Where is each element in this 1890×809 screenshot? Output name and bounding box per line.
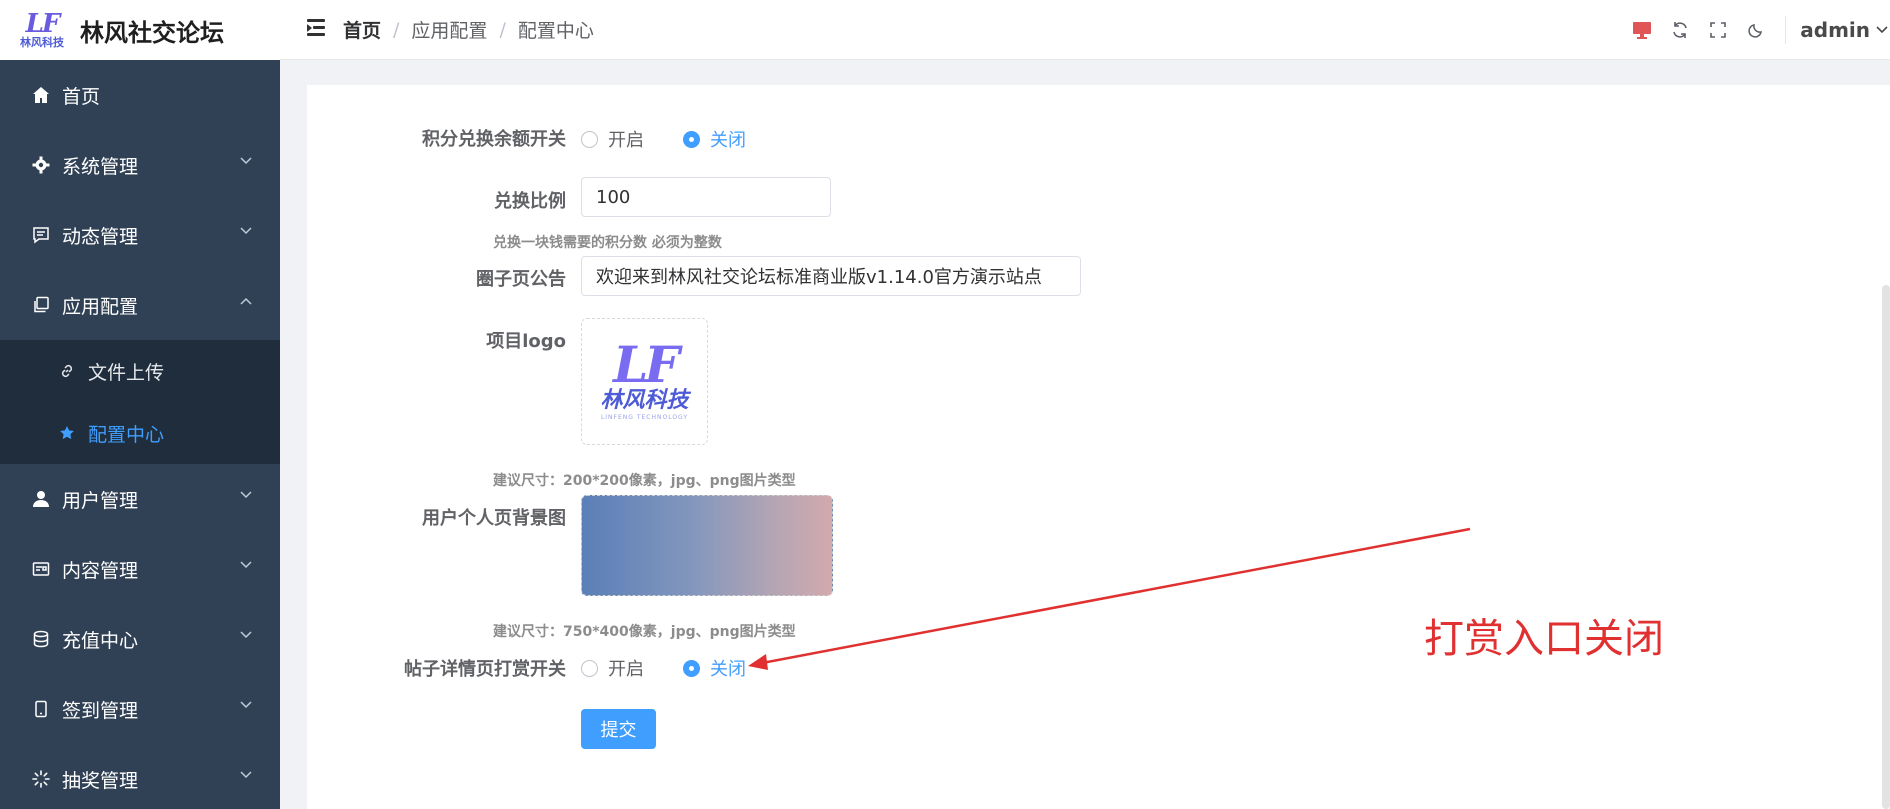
chevron-down-icon <box>240 631 252 639</box>
circle-notice-label: 圈子页公告 <box>476 269 566 290</box>
chevron-down-icon <box>240 561 252 569</box>
project-logo-uploader[interactable]: LF 林风科技 LINFENG TECHNOLOGY <box>581 318 708 445</box>
logo-mark: LF <box>613 335 680 394</box>
sidebar-item-dynamics[interactable]: 动态管理 <box>0 200 280 270</box>
scrollbar[interactable] <box>1882 285 1890 809</box>
sidebar-item-home[interactable]: 首页 <box>0 60 280 130</box>
exchange-switch-off-radio[interactable]: 关闭 <box>683 126 746 152</box>
radio-dot <box>683 130 700 148</box>
chevron-down-icon <box>240 157 252 165</box>
sidebar-item-label: 系统管理 <box>62 155 139 178</box>
brand-logo-mark: LF <box>25 8 61 39</box>
chevron-down-icon <box>240 491 252 499</box>
reward-switch-on-radio[interactable]: 开启 <box>581 655 644 681</box>
project-logo-hint: 建议尺寸：200*200像素，jpg、png图片类型 <box>493 473 796 489</box>
sidebar: 首页 系统管理 动态管理 应用配置 文件上传 配置中心 用户管理 内容管理 充值… <box>0 60 280 809</box>
brand-logo-subtext: 林风科技 <box>20 35 64 49</box>
loading-icon <box>30 768 52 790</box>
chevron-down-icon <box>240 227 252 235</box>
sidebar-item-label: 抽奖管理 <box>62 769 139 792</box>
database-icon <box>30 628 52 650</box>
radio-dot <box>683 659 700 677</box>
exchange-ratio-label: 兑换比例 <box>494 191 566 212</box>
chevron-up-icon <box>240 297 252 305</box>
sidebar-item-app-config[interactable]: 应用配置 <box>0 270 280 340</box>
sidebar-item-checkin[interactable]: 签到管理 <box>0 674 280 744</box>
breadcrumb: 首页 / 应用配置 / 配置中心 <box>343 16 594 43</box>
screen-icon[interactable] <box>1623 11 1661 49</box>
exchange-switch-label: 积分兑换余额开关 <box>422 129 566 150</box>
radio-label: 开启 <box>608 130 644 151</box>
sidebar-subitem-label: 文件上传 <box>88 361 165 384</box>
fullscreen-icon[interactable] <box>1699 11 1737 49</box>
star-icon <box>58 424 76 442</box>
annotation-text: 打赏入口关闭 <box>1424 616 1664 662</box>
exchange-switch-on-radio[interactable]: 开启 <box>581 126 644 152</box>
radio-dot <box>581 659 598 677</box>
sidebar-item-content[interactable]: 内容管理 <box>0 534 280 604</box>
chevron-down-icon <box>240 771 252 779</box>
radio-label: 关闭 <box>710 130 746 151</box>
message-icon <box>30 224 52 246</box>
top-header: LF 林风科技 林风社交论坛 首页 / 应用配置 / 配置中心 admin <box>0 0 1890 60</box>
gear-icon <box>30 154 52 176</box>
copy-icon <box>30 294 52 316</box>
breadcrumb-separator: / <box>499 18 506 41</box>
reward-switch-off-radio[interactable]: 关闭 <box>683 655 746 681</box>
sidebar-item-lottery[interactable]: 抽奖管理 <box>0 744 280 809</box>
user-name: admin <box>1800 18 1870 42</box>
home-icon <box>30 84 52 106</box>
chevron-down-icon <box>240 701 252 709</box>
user-menu[interactable]: admin <box>1785 16 1890 44</box>
sidebar-item-system[interactable]: 系统管理 <box>0 130 280 200</box>
logo-en-text: LINFENG TECHNOLOGY <box>600 414 689 421</box>
sidebar-item-label: 用户管理 <box>62 489 139 512</box>
brand-logo: LF 林风科技 <box>12 7 72 53</box>
project-logo-label: 项目logo <box>486 331 566 352</box>
exchange-ratio-input[interactable] <box>581 177 831 217</box>
reward-switch-label: 帖子详情页打赏开关 <box>404 659 566 680</box>
radio-dot <box>581 130 598 148</box>
brand[interactable]: LF 林风科技 林风社交论坛 <box>0 0 280 60</box>
brand-name: 林风社交论坛 <box>80 18 224 47</box>
sidebar-item-label: 签到管理 <box>62 699 139 722</box>
header-tools: admin <box>1623 0 1890 60</box>
user-bg-uploader[interactable] <box>581 495 833 596</box>
phone-icon <box>30 698 52 720</box>
moon-icon[interactable] <box>1737 11 1775 49</box>
sidebar-item-label: 内容管理 <box>62 559 139 582</box>
chevron-down-icon <box>1876 26 1888 34</box>
sidebar-subitem-file-upload[interactable]: 文件上传 <box>0 340 280 402</box>
link-icon <box>58 362 76 380</box>
sidebar-item-label: 充值中心 <box>62 629 139 652</box>
user-icon <box>30 488 52 510</box>
user-bg-hint: 建议尺寸：750*400像素，jpg、png图片类型 <box>493 624 796 640</box>
submit-button[interactable]: 提交 <box>581 709 656 749</box>
exchange-ratio-hint: 兑换一块钱需要的积分数 必须为整数 <box>493 235 722 251</box>
sidebar-item-users[interactable]: 用户管理 <box>0 464 280 534</box>
breadcrumb-home[interactable]: 首页 <box>343 16 381 43</box>
breadcrumb-config-center: 配置中心 <box>517 20 594 42</box>
refresh-icon[interactable] <box>1661 11 1699 49</box>
breadcrumb-separator: / <box>393 18 400 41</box>
sidebar-item-label: 动态管理 <box>62 225 139 248</box>
radio-label: 关闭 <box>710 659 746 680</box>
sidebar-item-label: 应用配置 <box>62 295 139 318</box>
radio-label: 开启 <box>608 659 644 680</box>
sidebar-subitem-label: 配置中心 <box>88 423 165 446</box>
sidebar-item-label: 首页 <box>62 85 101 108</box>
logo-cn-text: 林风科技 <box>600 388 689 413</box>
card-icon <box>30 558 52 580</box>
sidebar-subitem-config-center[interactable]: 配置中心 <box>0 402 280 464</box>
sidebar-item-recharge[interactable]: 充值中心 <box>0 604 280 674</box>
breadcrumb-app-config: 应用配置 <box>411 20 488 42</box>
circle-notice-input[interactable] <box>581 256 1081 296</box>
menu-toggle-icon[interactable] <box>307 18 329 38</box>
user-bg-label: 用户个人页背景图 <box>422 508 566 529</box>
